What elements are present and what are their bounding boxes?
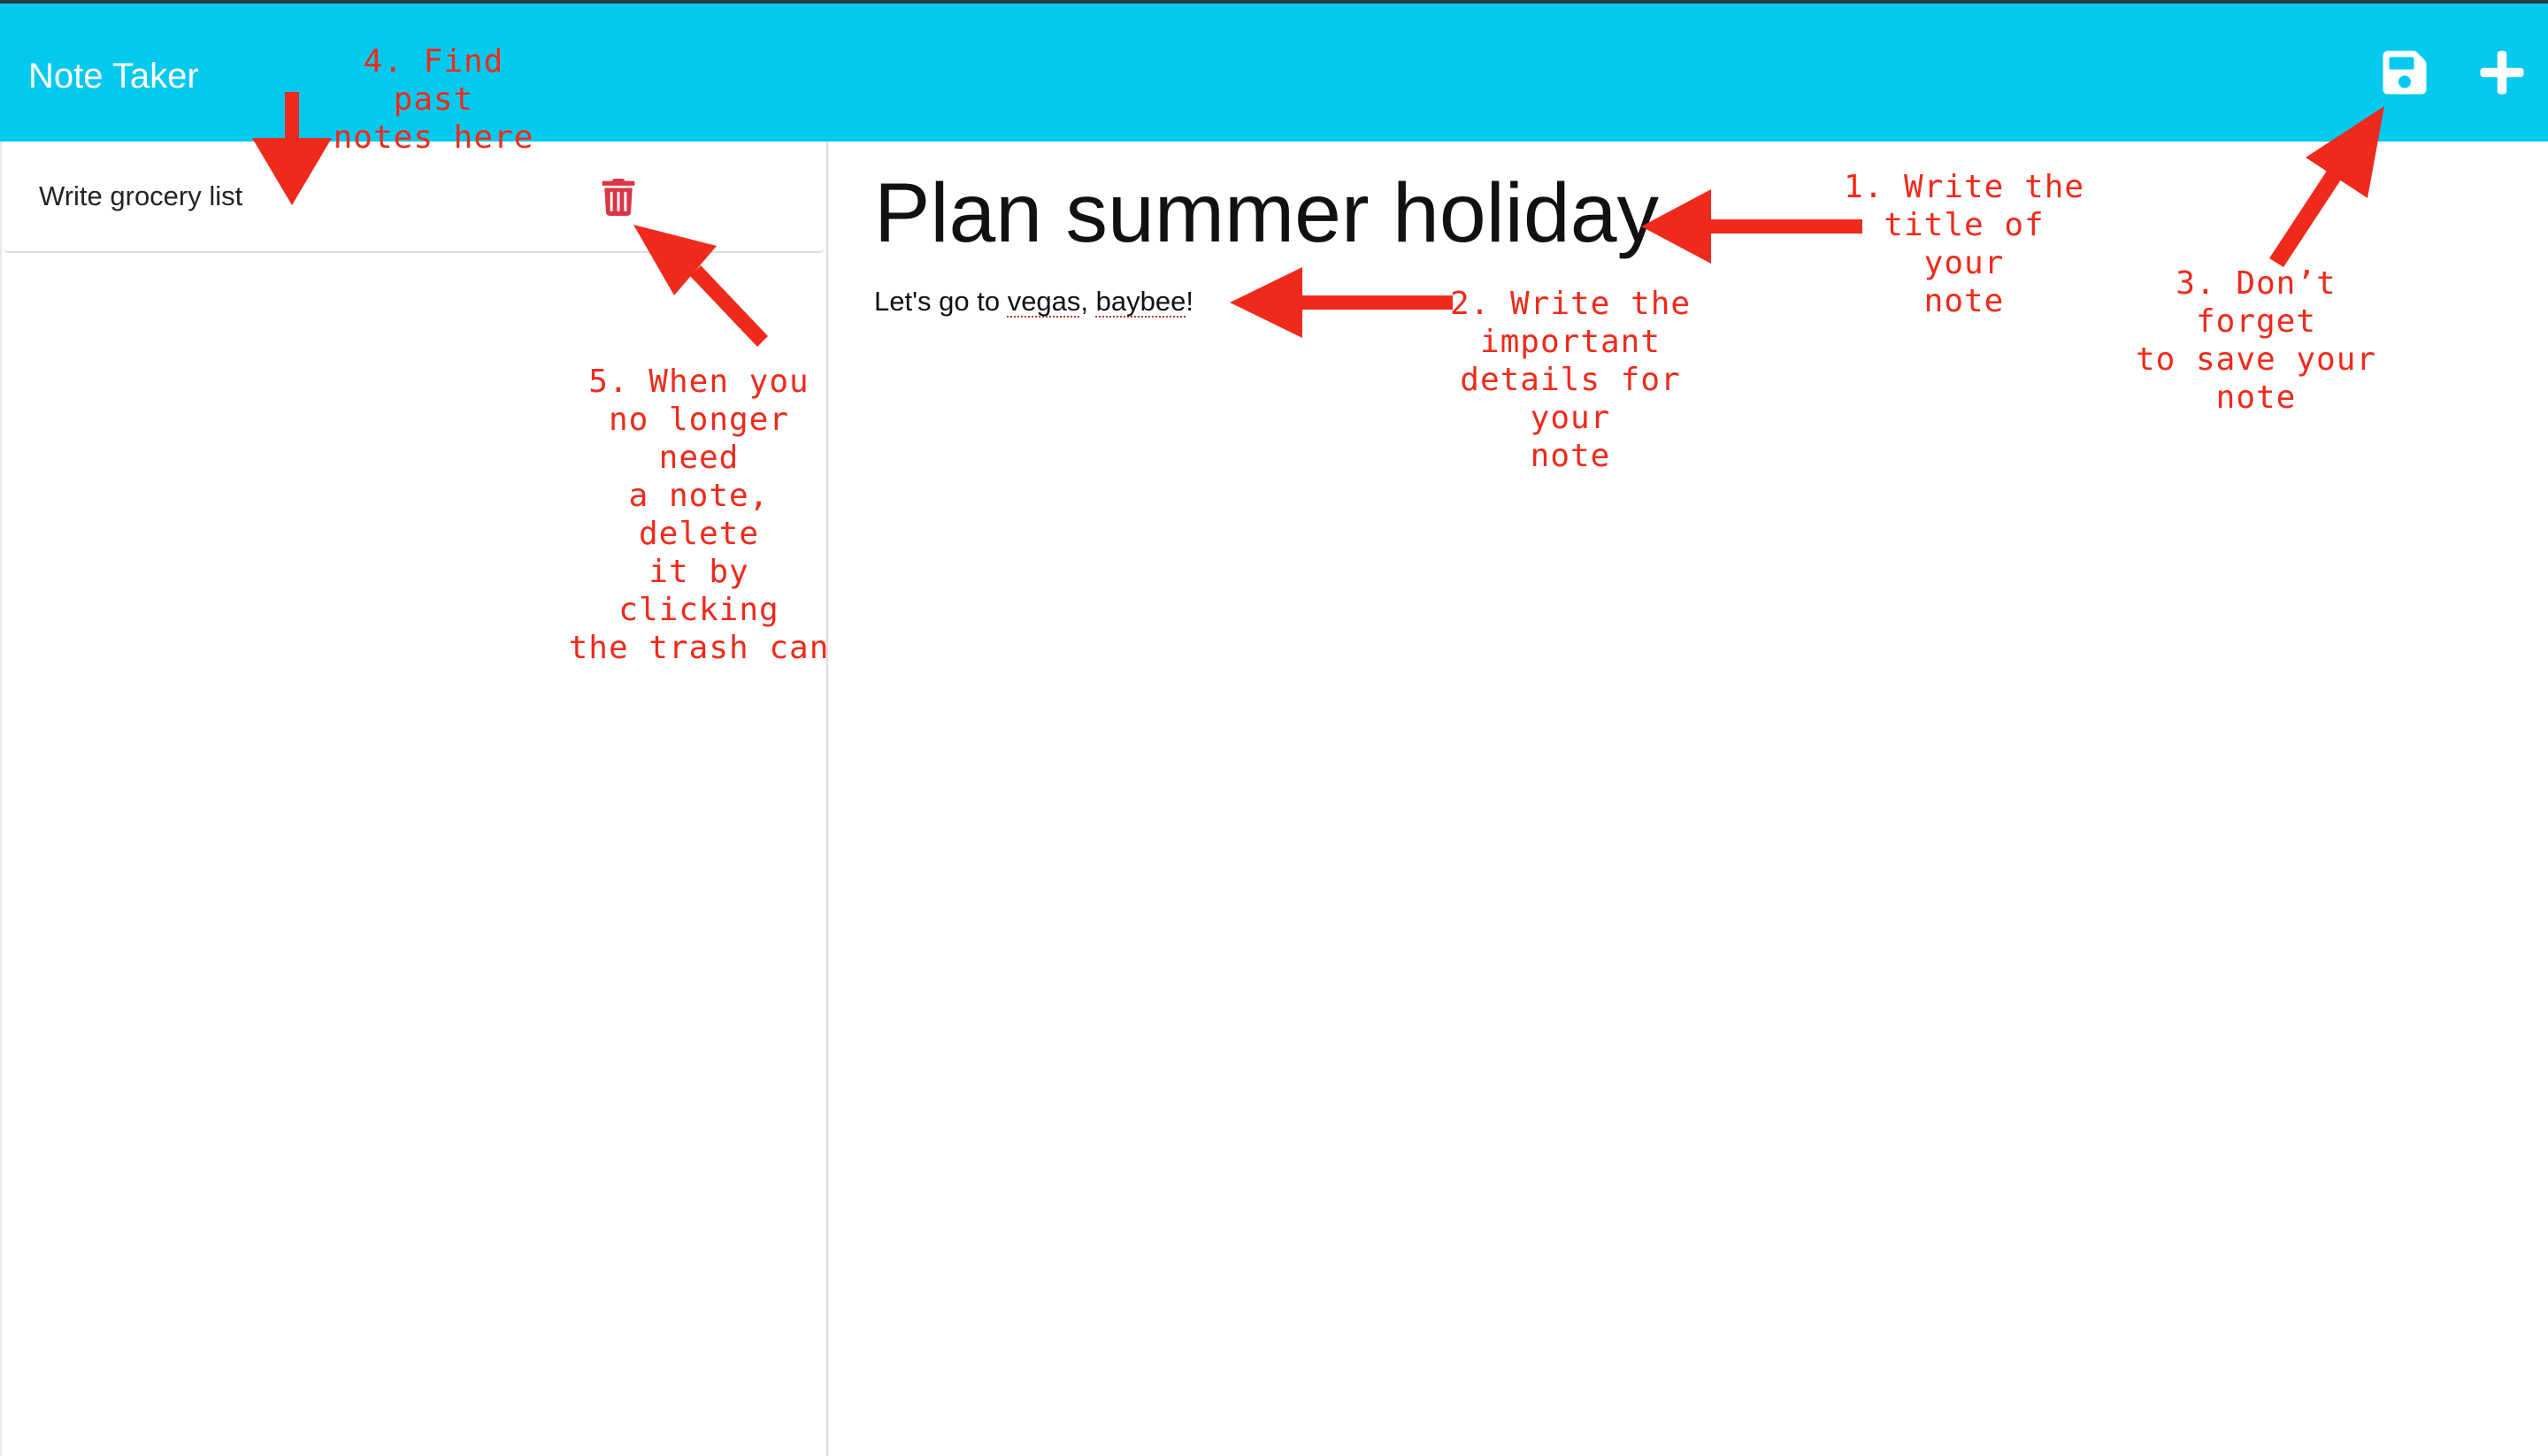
app-title[interactable]: Note Taker (28, 50, 199, 103)
floppy-disk-icon (2383, 50, 2427, 95)
new-note-icon[interactable] (2477, 48, 2527, 97)
arrow-shaft (2269, 168, 2343, 267)
note-text: ! (1186, 286, 1193, 317)
notes-sidebar: Write grocery list (0, 142, 828, 1456)
annotation-delete-note: 5. When you no longer need a note, delet… (568, 364, 830, 666)
arrow-shaft (1708, 219, 1862, 234)
plus-icon (2480, 50, 2524, 95)
annotation-write-title: 1. Write the title of your note (1843, 169, 2085, 319)
note-text: Let's go to (874, 286, 1008, 317)
note-title-input[interactable]: Plan summer holiday (874, 165, 1659, 262)
trash-icon (602, 179, 635, 216)
annotation-write-details: 2. Write the important details for your … (1449, 286, 1692, 474)
note-item-title[interactable]: Write grocery list (39, 180, 242, 212)
misspelled-word: vegas (1007, 286, 1081, 317)
delete-note-icon[interactable] (602, 179, 635, 216)
list-item[interactable]: Write grocery list (4, 142, 825, 253)
note-text-area[interactable]: Let's go to vegas, baybee! (874, 285, 1493, 318)
misspelled-word: baybee (1095, 286, 1186, 317)
annotation-find-notes: 4. Find past notes here (333, 43, 534, 156)
annotation-save-note: 3. Don’t forget to save your note (2135, 265, 2377, 416)
note-text: , (1080, 286, 1096, 317)
save-note-icon[interactable] (2380, 48, 2429, 97)
